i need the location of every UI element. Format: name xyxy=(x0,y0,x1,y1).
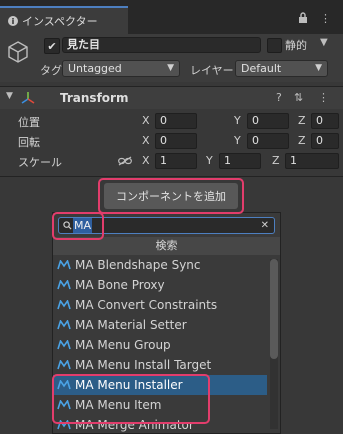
scale-y-field[interactable]: 1 xyxy=(219,153,261,169)
z-label: Z xyxy=(298,114,306,127)
list-item[interactable]: MA Blendshape Sync xyxy=(53,255,267,275)
preset-sliders-icon[interactable]: ⇅ xyxy=(294,91,303,104)
chevron-down-icon: ▼ xyxy=(315,63,322,73)
highlight-add-component xyxy=(98,178,244,214)
static-checkbox[interactable] xyxy=(267,38,282,53)
gameobject-name-field[interactable]: 見た目 xyxy=(62,37,261,53)
info-icon: i xyxy=(8,16,18,26)
tag-value: Untagged xyxy=(68,62,122,75)
cube-icon xyxy=(8,41,28,63)
active-checkbox[interactable]: ✔ xyxy=(44,38,60,54)
rotation-z-field[interactable]: 0 xyxy=(311,133,339,149)
transform-axis-icon xyxy=(21,92,35,104)
transform-header[interactable]: ▼ Transform ? ⇅ ⋮ xyxy=(0,87,343,109)
scale-x-field[interactable]: 1 xyxy=(155,153,197,169)
static-dropdown-icon[interactable]: ▼ xyxy=(320,37,328,48)
list-item-label: MA Menu Install Target xyxy=(75,358,212,372)
more-options-icon[interactable]: ⋮ xyxy=(318,91,329,104)
x-label: X xyxy=(142,154,150,167)
x-label: X xyxy=(142,114,150,127)
position-y-field[interactable]: 0 xyxy=(247,113,289,129)
help-icon[interactable]: ? xyxy=(276,91,282,104)
foldout-arrow-icon[interactable]: ▼ xyxy=(6,91,13,101)
chevron-down-icon: ▼ xyxy=(167,63,174,73)
tab-bar: i インスペクター ⋮ xyxy=(0,0,343,34)
list-item[interactable]: MA Menu Group xyxy=(53,335,267,355)
tag-dropdown[interactable]: Untagged ▼ xyxy=(62,60,180,77)
link-icon[interactable] xyxy=(118,156,132,166)
tab-inspector[interactable]: i インスペクター xyxy=(0,6,128,34)
list-item-label: MA Menu Group xyxy=(75,338,171,352)
rotation-label: 回転 xyxy=(18,136,40,149)
rotation-y-field[interactable]: 0 xyxy=(247,133,289,149)
ma-component-icon xyxy=(57,340,71,350)
list-item-label: MA Material Setter xyxy=(75,318,187,332)
list-item[interactable]: MA Bone Proxy xyxy=(53,275,267,295)
list-item[interactable]: MA Convert Constraints xyxy=(53,295,267,315)
highlight-search xyxy=(52,212,104,240)
component-title: Transform xyxy=(60,91,129,105)
more-options-icon[interactable]: ⋮ xyxy=(320,12,331,25)
static-label: 静的 xyxy=(285,39,307,52)
list-item[interactable]: MA Material Setter xyxy=(53,315,267,335)
z-label: Z xyxy=(298,134,306,147)
lock-icon[interactable] xyxy=(298,12,308,26)
list-item-label: MA Blendshape Sync xyxy=(75,258,201,272)
layer-dropdown[interactable]: Default ▼ xyxy=(235,60,328,77)
ma-component-icon xyxy=(57,300,71,310)
layer-value: Default xyxy=(241,62,282,75)
layer-label: レイヤー xyxy=(190,64,234,77)
divider xyxy=(0,176,343,177)
scale-label: スケール xyxy=(18,156,62,169)
position-z-field[interactable]: 0 xyxy=(311,113,339,129)
scrollbar-thumb[interactable] xyxy=(270,259,278,359)
list-item-label: MA Bone Proxy xyxy=(75,278,165,292)
tab-label: インスペクター xyxy=(22,15,98,28)
scale-z-field[interactable]: 1 xyxy=(285,153,339,169)
ma-component-icon xyxy=(57,360,71,370)
position-label: 位置 xyxy=(18,116,40,129)
ma-component-icon xyxy=(57,320,71,330)
ma-component-icon xyxy=(57,280,71,290)
list-item[interactable]: MA Menu Install Target xyxy=(53,355,267,375)
highlight-menu-items xyxy=(52,374,210,424)
y-label: Y xyxy=(234,114,241,127)
rotation-x-field[interactable]: 0 xyxy=(155,133,197,149)
y-label: Y xyxy=(206,154,213,167)
tag-label: タグ xyxy=(40,64,62,77)
ma-component-icon xyxy=(57,260,71,270)
scrollbar[interactable] xyxy=(270,259,278,429)
x-label: X xyxy=(142,134,150,147)
list-item-label: MA Convert Constraints xyxy=(75,298,218,312)
z-label: Z xyxy=(272,154,280,167)
position-x-field[interactable]: 0 xyxy=(155,113,197,129)
y-label: Y xyxy=(234,134,241,147)
clear-search-icon[interactable]: ✕ xyxy=(261,218,269,233)
